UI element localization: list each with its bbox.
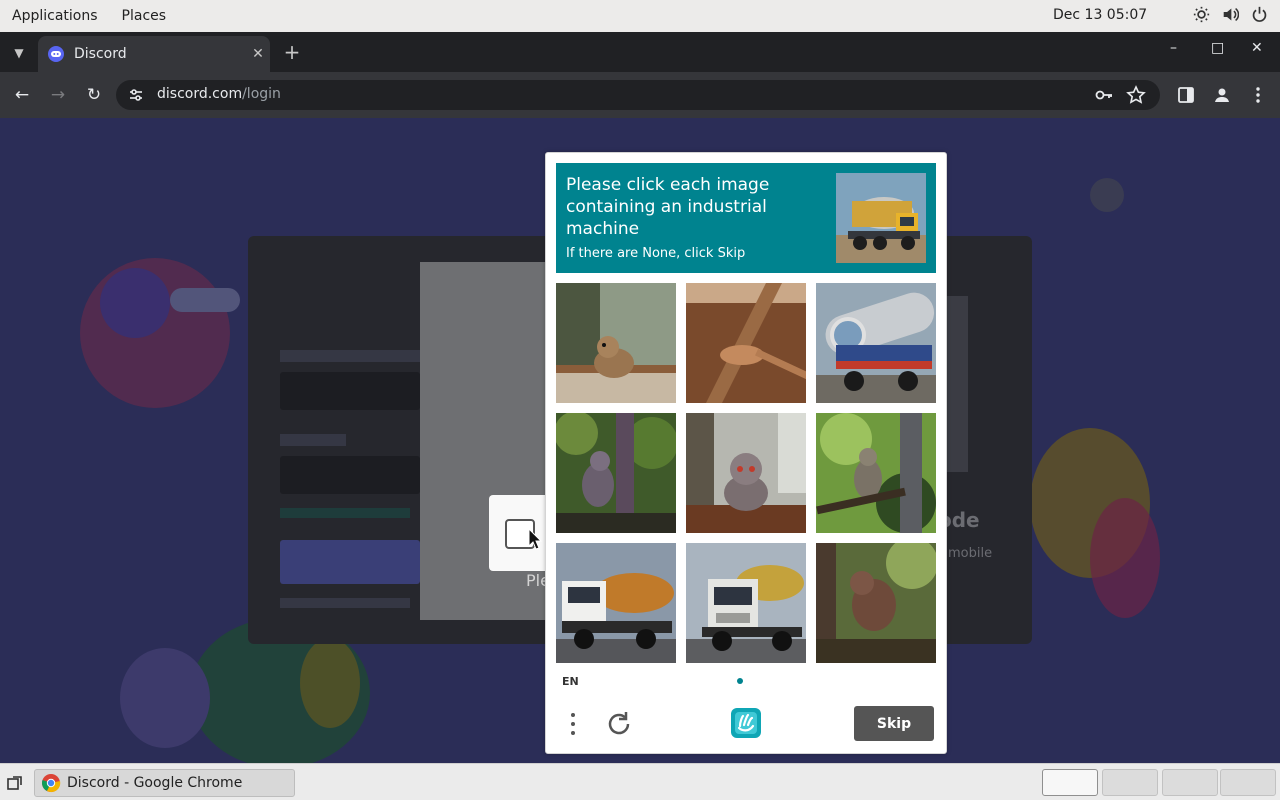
brightness-icon — [1193, 6, 1210, 23]
system-tray[interactable] — [1193, 6, 1268, 23]
discord-favicon-icon — [48, 46, 64, 62]
forward-icon[interactable]: → — [48, 85, 68, 105]
chrome-icon — [42, 774, 61, 793]
email-field[interactable] — [280, 372, 420, 410]
tab-close-icon[interactable]: ✕ — [246, 46, 270, 62]
decor-blob — [1090, 498, 1160, 618]
url-host: discord.com — [157, 86, 243, 102]
applications-menu[interactable]: Applications — [0, 8, 110, 24]
browser-toolbar: ← → ↻ discord.com/login — [0, 72, 1280, 118]
decor-blob — [120, 648, 210, 748]
taskbar-window-title: Discord - Google Chrome — [67, 775, 243, 791]
side-panel-icon[interactable] — [1176, 85, 1196, 105]
bookmark-star-icon[interactable] — [1126, 85, 1146, 105]
address-bar[interactable]: discord.com/login — [116, 80, 1160, 110]
qr-subtitle: mobile — [948, 546, 993, 561]
back-icon[interactable]: ← — [12, 85, 32, 105]
tab-discord[interactable]: Discord ✕ — [38, 36, 270, 72]
chrome-menu-icon[interactable] — [1248, 85, 1268, 105]
power-icon — [1252, 6, 1267, 22]
language-selector[interactable]: EN — [562, 675, 579, 688]
tile-8[interactable] — [686, 543, 806, 663]
workspace-4[interactable] — [1220, 769, 1276, 796]
page-indicator — [737, 678, 743, 684]
skip-button[interactable]: Skip — [854, 706, 934, 741]
example-truck-image — [836, 173, 926, 263]
decor-speech-bubble — [170, 288, 240, 312]
new-tab-icon[interactable]: + — [282, 40, 302, 64]
volume-icon — [1223, 7, 1239, 22]
mouse-cursor-icon — [528, 528, 542, 550]
tab-strip: ▼ Discord ✕ + – □ ✕ — [0, 32, 1280, 72]
register-link[interactable] — [280, 598, 410, 608]
menu-dots-icon[interactable] — [562, 711, 584, 737]
close-window-icon[interactable]: ✕ — [1251, 40, 1263, 56]
workspace-3[interactable] — [1162, 769, 1218, 796]
reload-icon[interactable]: ↻ — [84, 85, 104, 105]
tile-4[interactable] — [556, 413, 676, 533]
prompt-text: Please click each image containing an in… — [566, 175, 770, 239]
decor-blob — [300, 638, 360, 728]
tile-7[interactable] — [556, 543, 676, 663]
refresh-icon[interactable] — [604, 709, 634, 739]
tile-5[interactable] — [686, 413, 806, 533]
tile-6[interactable] — [816, 413, 936, 533]
site-settings-icon[interactable] — [128, 87, 144, 103]
prompt-subtext: If there are None, click Skip — [566, 246, 746, 261]
taskbar-window-chrome[interactable]: Discord - Google Chrome — [34, 769, 295, 797]
tab-search-icon[interactable]: ▼ — [8, 42, 30, 64]
hcaptcha-logo-icon — [731, 708, 761, 738]
decor-blob — [100, 268, 170, 338]
places-menu[interactable]: Places — [110, 8, 179, 24]
show-desktop-icon[interactable] — [6, 774, 24, 792]
tile-9[interactable] — [816, 543, 936, 663]
tile-1[interactable] — [556, 283, 676, 403]
prompt-header: Please click each image containing an in… — [556, 163, 936, 273]
minimize-icon[interactable]: – — [1170, 40, 1177, 56]
password-key-icon[interactable] — [1094, 85, 1114, 105]
workspace-1[interactable] — [1042, 769, 1098, 796]
password-label — [280, 434, 346, 446]
clock[interactable]: Dec 13 05:07 — [1053, 7, 1147, 23]
maximize-icon[interactable]: □ — [1211, 40, 1224, 56]
tab-title: Discord — [74, 46, 127, 62]
forgot-password-link[interactable] — [280, 508, 410, 518]
hcaptcha-challenge: Please click each image containing an in… — [545, 152, 947, 754]
login-button[interactable] — [280, 540, 420, 584]
url-path: /login — [242, 86, 281, 102]
tile-3[interactable] — [816, 283, 936, 403]
workspace-2[interactable] — [1102, 769, 1158, 796]
taskbar: Discord - Google Chrome — [0, 763, 1280, 800]
decor-blob — [1090, 178, 1124, 212]
tile-2[interactable] — [686, 283, 806, 403]
email-label — [280, 350, 420, 362]
url-text: discord.com/login — [157, 86, 281, 102]
password-field[interactable] — [280, 456, 420, 494]
top-bar: Applications Places Dec 13 05:07 — [0, 0, 1280, 32]
image-grid — [556, 283, 936, 663]
profile-icon[interactable] — [1212, 85, 1232, 105]
